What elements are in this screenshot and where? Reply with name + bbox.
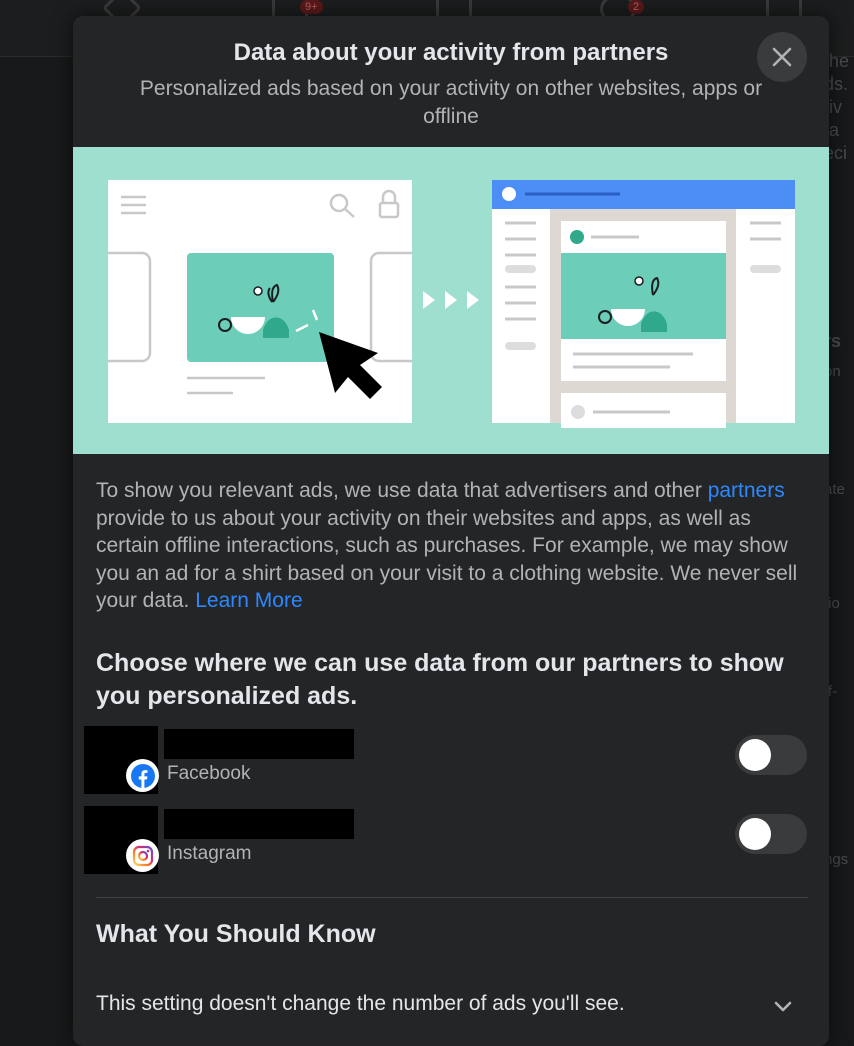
instagram-badge	[126, 839, 159, 872]
account-name	[164, 729, 354, 759]
learn-more-link[interactable]: Learn More	[195, 589, 302, 612]
choose-heading: Choose where we can use data from our pa…	[96, 649, 784, 710]
facebook-toggle[interactable]	[735, 735, 807, 775]
dialog-subtitle: Personalized ads based on your activity …	[139, 77, 763, 128]
account-row-instagram: Instagram	[73, 806, 829, 874]
faq-item[interactable]: This setting doesn't change the number o…	[73, 988, 829, 1028]
what-you-should-know-heading: What You Should Know	[96, 920, 376, 948]
toggle-knob	[739, 818, 771, 850]
chevron-down-icon	[774, 1001, 792, 1012]
account-row-facebook: Facebook	[73, 726, 829, 794]
dialog-header: Data about your activity from partners P…	[73, 16, 829, 147]
toggle-knob	[739, 739, 771, 771]
instagram-icon	[132, 845, 153, 866]
ad-personalization-illustration	[73, 147, 829, 454]
platform-label: Instagram	[167, 843, 252, 864]
partners-link[interactable]: partners	[708, 479, 785, 502]
dialog-title: Data about your activity from partners	[233, 39, 669, 66]
close-button[interactable]	[757, 32, 807, 82]
account-name	[164, 809, 354, 839]
platform-label: Facebook	[167, 763, 251, 784]
facebook-badge	[126, 759, 159, 792]
partner-activity-dialog: Data about your activity from partners P…	[73, 16, 829, 1046]
notification-badge: 9+	[300, 0, 323, 14]
close-icon	[772, 47, 792, 67]
instagram-toggle[interactable]	[735, 814, 807, 854]
description-text: To show you relevant ads, we use data th…	[96, 479, 798, 612]
section-divider	[96, 897, 808, 898]
faq-item-text: This setting doesn't change the number o…	[96, 992, 625, 1015]
facebook-icon	[130, 763, 155, 788]
notification-badge: 2	[628, 0, 645, 14]
